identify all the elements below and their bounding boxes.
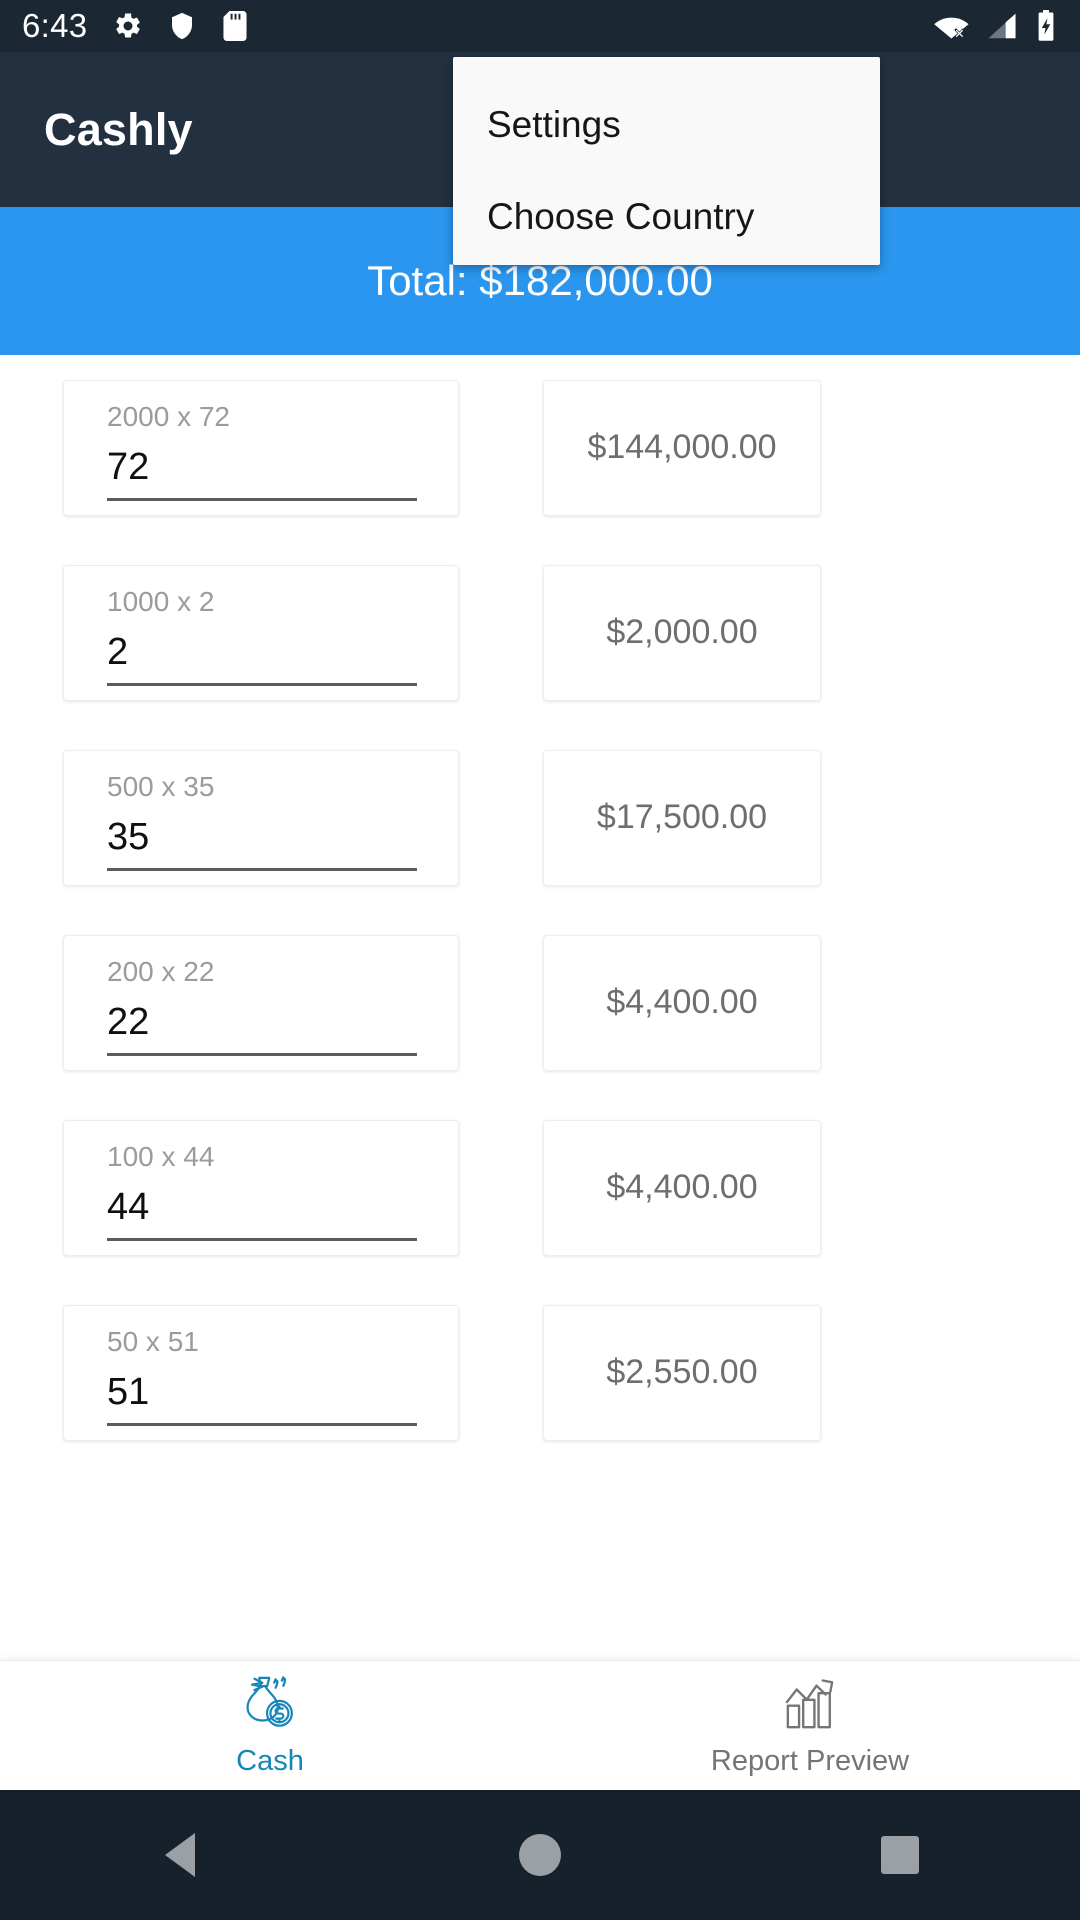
denomination-hint: 50 x 51 [107,1325,199,1357]
denomination-amount-card: $144,000.00 [543,379,821,516]
home-button[interactable] [360,1834,720,1876]
denomination-row: 50 x 51 51 $2,550.00 [0,1280,1080,1465]
back-triangle-icon [165,1833,195,1877]
count-input[interactable]: 22 [107,998,417,1056]
overflow-menu[interactable]: Settings Choose Country [453,57,880,265]
denomination-row: 100 x 44 44 $4,400.00 [0,1095,1080,1280]
gear-icon [113,11,143,41]
cellular-signal-icon [986,11,1018,41]
denomination-list[interactable]: 2000 x 72 72 $144,000.00 1000 x 2 2 $2,0… [0,355,1080,1660]
denomination-row: 1000 x 2 2 $2,000.00 [0,540,1080,725]
wifi-off-icon [934,11,970,41]
denomination-hint: 200 x 22 [107,955,215,987]
denomination-amount-card: $2,000.00 [543,564,821,701]
denomination-amount: $2,550.00 [606,1353,758,1391]
menu-item-settings[interactable]: Settings [453,79,880,171]
input-underline [107,867,417,871]
app-title: Cashly [44,103,193,155]
count-input-value: 2 [107,630,129,673]
recents-button[interactable] [720,1836,1080,1874]
sd-card-icon [221,11,249,41]
denomination-input-card[interactable]: 2000 x 72 72 [63,379,459,516]
bottom-nav-label: Report Preview [710,1744,910,1777]
status-bar-right-icons [918,10,1058,42]
denomination-amount: $17,500.00 [596,798,768,836]
input-underline [107,1237,417,1241]
denomination-amount: $144,000.00 [587,428,777,466]
denomination-amount-card: $17,500.00 [543,749,821,886]
input-underline [107,1052,417,1056]
denomination-input-card[interactable]: 100 x 44 44 [63,1119,459,1256]
shield-icon [167,11,197,41]
bottom-nav-item-report-preview[interactable]: Report Preview [540,1661,1080,1790]
denomination-input-card[interactable]: 50 x 51 51 [63,1304,459,1441]
bottom-nav-item-cash[interactable]: Cash [0,1661,540,1790]
input-underline [107,497,417,501]
input-underline [107,1422,417,1426]
bottom-nav-label: Cash [236,1744,304,1777]
money-bag-icon [237,1674,303,1741]
status-bar-clock: 6:43 [22,7,88,44]
count-input-value: 22 [107,1000,150,1043]
bar-chart-icon [777,1674,843,1741]
denomination-hint: 1000 x 2 [107,585,215,617]
count-input-value: 44 [107,1185,150,1228]
denomination-hint: 500 x 35 [107,770,215,802]
denomination-amount-card: $4,400.00 [543,1119,821,1256]
count-input[interactable]: 2 [107,628,417,686]
denomination-input-card[interactable]: 500 x 35 35 [63,749,459,886]
battery-charging-icon [1034,10,1058,42]
denomination-hint: 2000 x 72 [107,400,230,432]
denomination-amount: $4,400.00 [606,1168,758,1206]
denomination-amount-card: $2,550.00 [543,1304,821,1441]
count-input[interactable]: 72 [107,443,417,501]
denomination-row: 2000 x 72 72 $144,000.00 [0,355,1080,540]
denomination-amount: $2,000.00 [606,613,758,651]
count-input-value: 72 [107,445,150,488]
back-button[interactable] [0,1833,360,1877]
count-input[interactable]: 44 [107,1183,417,1241]
menu-item-choose-country[interactable]: Choose Country [453,171,880,263]
denomination-input-card[interactable]: 1000 x 2 2 [63,564,459,701]
android-navigation-bar[interactable] [0,1790,1080,1920]
denomination-amount: $4,400.00 [606,983,758,1021]
menu-item-label: Settings [487,104,621,145]
recents-square-icon [881,1836,919,1874]
count-input-value: 35 [107,815,150,858]
count-input[interactable]: 51 [107,1368,417,1426]
count-input-value: 51 [107,1370,150,1413]
denomination-row: 500 x 35 35 $17,500.00 [0,725,1080,910]
menu-item-label: Choose Country [487,196,755,237]
count-input[interactable]: 35 [107,813,417,871]
denomination-input-card[interactable]: 200 x 22 22 [63,934,459,1071]
bottom-navigation[interactable]: Cash Report Preview [0,1660,1080,1790]
input-underline [107,682,417,686]
denomination-hint: 100 x 44 [107,1140,215,1172]
home-circle-icon [519,1834,561,1876]
denomination-row: 200 x 22 22 $4,400.00 [0,910,1080,1095]
denomination-amount-card: $4,400.00 [543,934,821,1071]
status-bar: 6:43 [0,0,1080,52]
